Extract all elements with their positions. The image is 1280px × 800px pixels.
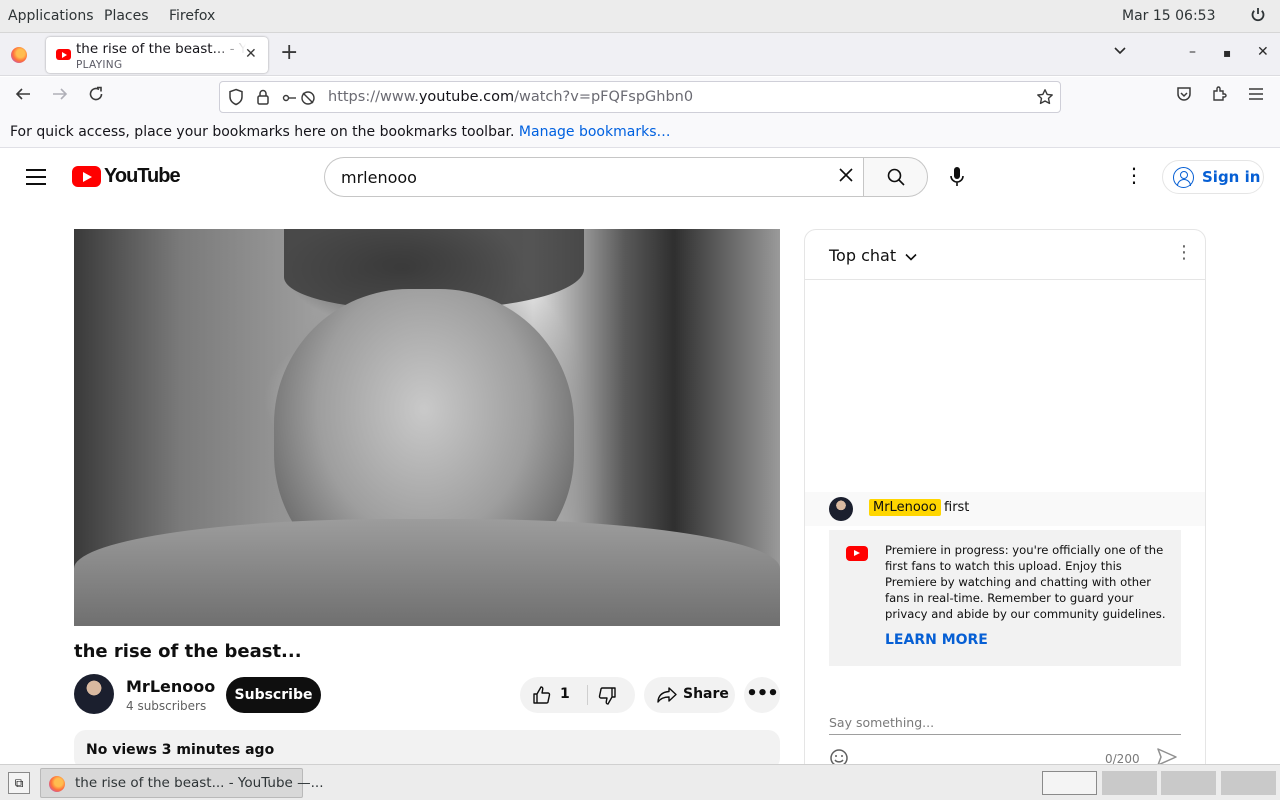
sign-in-button[interactable]: Sign in (1162, 160, 1264, 194)
settings-kebab-icon[interactable]: ⋮ (1124, 165, 1144, 185)
share-button[interactable]: Share (644, 677, 735, 713)
youtube-masthead: YouTube mrlenooo ⋮ Sign in (0, 149, 1280, 205)
live-chat-panel: Top chat ⋮ MrLenooo first Premiere in pr… (804, 229, 1206, 769)
premiere-notice-text: Premiere in progress: you're officially … (885, 543, 1166, 621)
chevron-down-icon (905, 253, 917, 261)
applications-menu[interactable]: Applications (8, 8, 94, 24)
chat-message[interactable]: MrLenooo first (805, 492, 1205, 526)
search-button[interactable] (863, 157, 928, 197)
back-button[interactable] (14, 85, 32, 107)
url-text[interactable]: https://www.youtube.com/watch?v=pFQFspGh… (328, 89, 693, 105)
video-title: the rise of the beast... (74, 641, 302, 662)
bookmark-star-icon[interactable] (1036, 88, 1054, 110)
close-window-button[interactable]: ✕ (1257, 44, 1269, 60)
like-divider (587, 685, 588, 705)
sign-in-label: Sign in (1202, 168, 1261, 186)
firefox-view-icon[interactable] (11, 47, 27, 63)
top-chat-dropdown[interactable]: Top chat (829, 246, 917, 265)
channel-name[interactable]: MrLenooo (126, 677, 215, 696)
like-dislike-group: 1 (520, 677, 635, 713)
chat-options-kebab-icon[interactable]: ⋮ (1175, 244, 1193, 262)
new-tab-button[interactable]: + (280, 42, 298, 64)
address-bar[interactable]: https://www.youtube.com/watch?v=pFQFspGh… (219, 81, 1061, 113)
taskbar-firefox-window[interactable]: the rise of the beast... - YouTube —... (40, 768, 324, 798)
chat-message-input[interactable]: Say something... (829, 715, 1181, 735)
search-query[interactable]: mrlenooo (341, 168, 417, 187)
like-count[interactable]: 1 (560, 686, 570, 702)
search-input[interactable]: mrlenooo (324, 157, 864, 197)
browser-tab[interactable]: the rise of the beast... - YouTube PLAYI… (46, 37, 268, 73)
share-icon (656, 685, 678, 709)
navigation-toolbar: https://www.youtube.com/watch?v=pFQFspGh… (0, 77, 1280, 117)
maximize-button[interactable]: ▪ (1223, 46, 1231, 60)
channel-avatar[interactable] (74, 674, 114, 714)
system-top-bar: Applications Places Firefox Mar 15 06:53 (0, 0, 1280, 33)
microphone-icon (950, 167, 964, 186)
guide-menu-icon[interactable] (26, 169, 46, 190)
close-tab-icon[interactable]: ✕ (245, 46, 257, 62)
more-actions-button[interactable]: ••• (744, 677, 780, 713)
video-frame-shoulders (74, 519, 780, 626)
bookmarks-hint: For quick access, place your bookmarks h… (10, 124, 671, 140)
shield-icon[interactable] (228, 88, 244, 110)
list-tabs-icon[interactable] (1113, 44, 1127, 60)
youtube-icon (846, 546, 868, 561)
pocket-icon[interactable] (1175, 85, 1193, 107)
tab-strip: the rise of the beast... - YouTube PLAYI… (0, 33, 1280, 76)
extensions-icon[interactable] (1211, 85, 1229, 107)
video-player[interactable] (74, 229, 780, 626)
firefox-icon (49, 776, 65, 792)
premiere-notice: Premiere in progress: you're officially … (829, 530, 1181, 666)
chat-header: Top chat ⋮ (805, 230, 1205, 280)
window-list-taskbar: ⧉ the rise of the beast... - YouTube —..… (0, 764, 1280, 800)
workspace-2[interactable] (1102, 771, 1157, 795)
tab-title: the rise of the beast... - YouTube (76, 41, 246, 57)
forward-button[interactable] (51, 85, 69, 107)
tab-playing-status: PLAYING (76, 59, 123, 71)
workspace-4[interactable] (1221, 771, 1276, 795)
app-menu-icon[interactable] (1247, 85, 1265, 107)
subscribe-button[interactable]: Subscribe (226, 677, 321, 713)
workspace-3[interactable] (1161, 771, 1216, 795)
voice-search-button[interactable] (939, 159, 975, 195)
reload-button[interactable] (87, 85, 105, 107)
bookmarks-toolbar: For quick access, place your bookmarks h… (0, 117, 1280, 148)
dislike-icon[interactable] (597, 686, 617, 710)
clock[interactable]: Mar 15 06:53 (1122, 8, 1215, 24)
show-desktop-icon[interactable]: ⧉ (8, 772, 30, 794)
account-icon (1173, 167, 1194, 188)
places-menu[interactable]: Places (104, 8, 149, 24)
chat-author-avatar[interactable] (829, 497, 853, 521)
view-count-and-date: No views 3 minutes ago (86, 742, 275, 758)
minimize-button[interactable]: – (1189, 44, 1196, 60)
clear-search-icon[interactable] (837, 165, 855, 189)
manage-bookmarks-link[interactable]: Manage bookmarks… (519, 124, 671, 140)
permissions-icon[interactable] (282, 90, 316, 110)
firefox-menu[interactable]: Firefox (169, 8, 215, 24)
youtube-logo-text: YouTube (104, 165, 181, 187)
youtube-favicon-icon (56, 49, 71, 60)
like-icon[interactable] (532, 685, 552, 709)
chat-message-text: first (944, 500, 970, 515)
chat-author-name[interactable]: MrLenooo (869, 499, 941, 516)
learn-more-link[interactable]: LEARN MORE (885, 632, 988, 648)
lock-icon[interactable] (256, 88, 270, 110)
youtube-play-icon (72, 166, 101, 187)
power-icon[interactable] (1250, 7, 1266, 27)
share-label: Share (683, 686, 729, 702)
taskbar-window-label: the rise of the beast... - YouTube —... (75, 775, 324, 791)
workspace-1[interactable] (1042, 771, 1097, 795)
search-icon (887, 168, 905, 186)
subscriber-count: 4 subscribers (126, 699, 207, 713)
